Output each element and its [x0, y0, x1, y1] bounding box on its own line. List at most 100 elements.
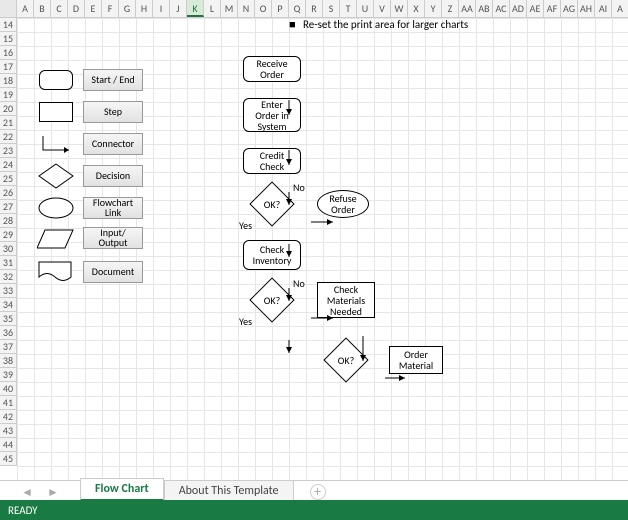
node-label: Receive Order	[256, 58, 287, 80]
row-header-33[interactable]: 33	[0, 284, 16, 298]
row-header-29[interactable]: 29	[0, 228, 16, 242]
row-header-40[interactable]: 40	[0, 382, 16, 396]
column-header-AG[interactable]: AG	[561, 0, 578, 17]
column-header-AI[interactable]: AI	[595, 0, 612, 17]
column-header-R[interactable]: R	[306, 0, 323, 17]
column-header-H[interactable]: H	[136, 0, 153, 17]
sheet-tab-strip: ◄ ► Flow Chart About This Template +	[0, 480, 628, 500]
node-order-material[interactable]: Order Material	[389, 346, 443, 374]
row-header-43[interactable]: 43	[0, 424, 16, 438]
legend-button-document[interactable]: Document	[83, 261, 143, 283]
row-header-39[interactable]: 39	[0, 368, 16, 382]
column-header-AF[interactable]: AF	[544, 0, 561, 17]
node-receive-order[interactable]: Receive Order	[243, 56, 301, 82]
node-decision-ok-1[interactable]: OK?	[250, 182, 294, 226]
row-header-22[interactable]: 22	[0, 130, 16, 144]
column-header-J[interactable]: J	[170, 0, 187, 17]
column-header-AB[interactable]: AB	[476, 0, 493, 17]
column-header-G[interactable]: G	[119, 0, 136, 17]
node-check-inventory[interactable]: Check Inventory	[243, 240, 301, 270]
column-header-A[interactable]: A	[17, 0, 34, 17]
legend-button-step[interactable]: Step	[83, 101, 143, 123]
row-header-24[interactable]: 24	[0, 158, 16, 172]
column-header-P[interactable]: P	[272, 0, 289, 17]
row-header-32[interactable]: 32	[0, 270, 16, 284]
column-header-O[interactable]: O	[255, 0, 272, 17]
node-decision-ok-3[interactable]: OK?	[324, 338, 368, 382]
column-header-L[interactable]: L	[204, 0, 221, 17]
node-enter-order[interactable]: Enter Order in System	[243, 98, 301, 132]
column-header-X[interactable]: X	[408, 0, 425, 17]
select-all-corner[interactable]	[0, 0, 17, 17]
tab-nav-prev-icon[interactable]: ◄	[21, 485, 33, 500]
row-header-18[interactable]: 18	[0, 74, 16, 88]
column-header-AD[interactable]: AD	[510, 0, 527, 17]
node-check-materials[interactable]: Check Materials Needed	[317, 282, 375, 318]
legend-button-connector[interactable]: Connector	[83, 133, 143, 155]
column-header-D[interactable]: D	[68, 0, 85, 17]
column-header-B[interactable]: B	[34, 0, 51, 17]
column-header-F[interactable]: F	[102, 0, 119, 17]
row-header-45[interactable]: 45	[0, 452, 16, 466]
column-header-AA[interactable]: AA	[459, 0, 476, 17]
column-header-T[interactable]: T	[340, 0, 357, 17]
column-header-C[interactable]: C	[51, 0, 68, 17]
row-header-17[interactable]: 17	[0, 60, 16, 74]
node-label: Check Inventory	[253, 244, 292, 266]
row-header-44[interactable]: 44	[0, 438, 16, 452]
row-header-35[interactable]: 35	[0, 312, 16, 326]
row-header-26[interactable]: 26	[0, 186, 16, 200]
row-header-21[interactable]: 21	[0, 116, 16, 130]
column-header-A[interactable]: A	[612, 0, 628, 17]
row-header-20[interactable]: 20	[0, 102, 16, 116]
legend-button-input-output[interactable]: Input/ Output	[83, 227, 143, 249]
row-header-25[interactable]: 25	[0, 172, 16, 186]
node-credit-check[interactable]: Credit Check	[243, 148, 301, 174]
row-header-23[interactable]: 23	[0, 144, 16, 158]
caption-text: Re-set the print area for larger charts	[303, 18, 468, 31]
row-header-38[interactable]: 38	[0, 354, 16, 368]
row-header-19[interactable]: 19	[0, 88, 16, 102]
node-decision-ok-2[interactable]: OK?	[250, 278, 294, 322]
tab-about-template[interactable]: About This Template	[164, 480, 294, 501]
column-header-I[interactable]: I	[153, 0, 170, 17]
row-header-36[interactable]: 36	[0, 326, 16, 340]
row-header-42[interactable]: 42	[0, 410, 16, 424]
edge-label-yes-2: Yes	[239, 315, 252, 328]
tab-flow-chart[interactable]: Flow Chart	[80, 478, 164, 501]
column-header-E[interactable]: E	[85, 0, 102, 17]
row-header-28[interactable]: 28	[0, 214, 16, 228]
column-header-AE[interactable]: AE	[527, 0, 544, 17]
legend-label-step: Step	[104, 107, 122, 118]
column-header-W[interactable]: W	[391, 0, 408, 17]
column-header-V[interactable]: V	[374, 0, 391, 17]
column-header-N[interactable]: N	[238, 0, 255, 17]
legend-button-flowchart-link[interactable]: Flowchart Link	[83, 197, 143, 219]
decision-label: OK?	[324, 338, 368, 382]
row-header-31[interactable]: 31	[0, 256, 16, 270]
tab-nav-next-icon[interactable]: ►	[47, 485, 59, 500]
column-header-Q[interactable]: Q	[289, 0, 306, 17]
row-header-34[interactable]: 34	[0, 298, 16, 312]
worksheet-grid[interactable]: ■ Re-set the print area for larger chart…	[17, 18, 628, 480]
add-sheet-button[interactable]: +	[310, 484, 326, 500]
column-header-AH[interactable]: AH	[578, 0, 595, 17]
column-header-Z[interactable]: Z	[442, 0, 459, 17]
legend-button-start-end[interactable]: Start / End	[83, 69, 143, 91]
column-header-M[interactable]: M	[221, 0, 238, 17]
row-header-37[interactable]: 37	[0, 340, 16, 354]
row-header-16[interactable]: 16	[0, 46, 16, 60]
row-header-27[interactable]: 27	[0, 200, 16, 214]
row-header-41[interactable]: 41	[0, 396, 16, 410]
legend-button-decision[interactable]: Decision	[83, 165, 143, 187]
status-text: READY	[8, 504, 38, 517]
column-header-AC[interactable]: AC	[493, 0, 510, 17]
node-refuse-order[interactable]: Refuse Order	[317, 190, 369, 218]
column-header-K[interactable]: K	[187, 0, 204, 17]
column-header-U[interactable]: U	[357, 0, 374, 17]
row-header-14[interactable]: 14	[0, 18, 16, 32]
column-header-S[interactable]: S	[323, 0, 340, 17]
row-header-15[interactable]: 15	[0, 32, 16, 46]
column-header-Y[interactable]: Y	[425, 0, 442, 17]
row-header-30[interactable]: 30	[0, 242, 16, 256]
